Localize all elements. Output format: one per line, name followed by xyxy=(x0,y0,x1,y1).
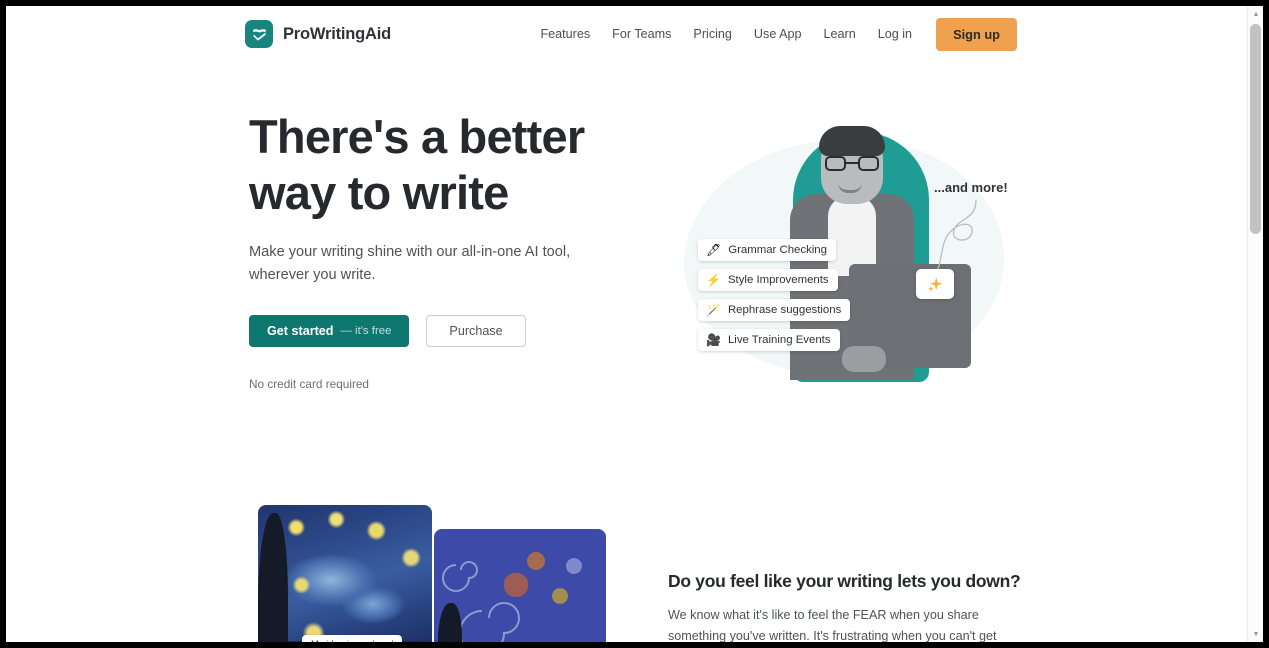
book-check-icon xyxy=(245,20,273,48)
feature-chip-label: Grammar Checking xyxy=(728,244,827,256)
browser-frame: ProWritingAid Features For Teams Pricing… xyxy=(0,0,1269,648)
scrollbar-thumb[interactable] xyxy=(1250,24,1261,234)
feature-chip-label: Rephrase suggestions xyxy=(727,304,842,316)
painting-caption: My idea in my head xyxy=(302,635,403,642)
feature-chip-label: Live Training Events xyxy=(727,334,831,346)
page-content: ProWritingAid Features For Teams Pricing… xyxy=(6,6,1247,642)
nav-item-learn[interactable]: Learn xyxy=(813,19,867,49)
site-header: ProWritingAid Features For Teams Pricing… xyxy=(6,6,1247,62)
feature-chip-rephrase-suggestions: 🪄 Rephrase suggestions xyxy=(698,299,851,321)
scroll-down-arrow-icon[interactable]: ▼ xyxy=(1248,626,1263,642)
header-inner: ProWritingAid Features For Teams Pricing… xyxy=(245,6,1017,62)
section-two-illustration: My idea in my head xyxy=(258,505,606,642)
glasses-bridge xyxy=(846,162,858,164)
brand-name: ProWritingAid xyxy=(283,24,392,43)
scroll-up-arrow-icon[interactable]: ▲ xyxy=(1248,6,1263,22)
purchase-button[interactable]: Purchase xyxy=(426,315,526,347)
nav-item-log-in[interactable]: Log in xyxy=(867,19,923,49)
feature-chip-style-improvements: ⚡ Style Improvements xyxy=(698,269,838,291)
painting-cypress-tree xyxy=(258,513,288,642)
movie-camera-icon: 🎥 xyxy=(706,333,721,347)
hero-illustration: 🖋 Grammar Checking ⚡ Style Improvements … xyxy=(666,114,1016,404)
lightning-bolt-icon: ⚡ xyxy=(706,273,721,287)
sign-up-button[interactable]: Sign up xyxy=(936,17,1017,51)
get-started-button[interactable]: Get started — it's free xyxy=(249,315,410,347)
section-two-title: Do you feel like your writing lets you d… xyxy=(668,571,1021,591)
nav-item-features[interactable]: Features xyxy=(529,19,601,49)
nav-item-pricing[interactable]: Pricing xyxy=(682,19,743,49)
flat-blue-panel xyxy=(434,529,606,642)
magic-wand-icon: 🪄 xyxy=(706,303,721,317)
person-hair xyxy=(819,126,885,156)
browser-viewport: ProWritingAid Features For Teams Pricing… xyxy=(6,6,1263,642)
nav-item-for-teams[interactable]: For Teams xyxy=(601,19,682,49)
person-hand xyxy=(842,346,886,372)
starry-night-painting: My idea in my head xyxy=(258,505,432,642)
glasses-left-lens xyxy=(825,156,846,171)
get-started-note: — it's free xyxy=(340,325,392,337)
hero-subtitle: Make your writing shine with our all-in-… xyxy=(249,244,571,283)
hero-copy: There's a better way to write Make your … xyxy=(249,109,619,391)
feature-chip-live-training-events: 🎥 Live Training Events xyxy=(698,329,840,351)
get-started-label: Get started xyxy=(267,324,334,338)
feature-chip-label: Style Improvements xyxy=(727,274,829,286)
hero-cta-group: Get started — it's free Purchase xyxy=(249,315,619,347)
brand-logo-link[interactable]: ProWritingAid xyxy=(245,20,391,48)
vertical-scrollbar[interactable]: ▲ ▼ xyxy=(1247,6,1263,642)
main-navigation: Features For Teams Pricing Use App Learn… xyxy=(529,17,1017,51)
feather-pen-icon: 🖋 xyxy=(706,243,722,257)
and-more-label: ...and more! xyxy=(934,180,1008,195)
glasses-right-lens xyxy=(858,156,879,171)
section-two-copy: Do you feel like your writing lets you d… xyxy=(668,571,1021,642)
feature-chip-grammar-checking: 🖋 Grammar Checking xyxy=(698,239,836,261)
glasses-icon xyxy=(825,156,879,171)
curly-arrow-icon xyxy=(935,199,977,273)
nav-item-use-app[interactable]: Use App xyxy=(743,19,813,49)
page-title: There's a better way to write xyxy=(249,110,585,219)
sparkles-icon xyxy=(916,269,954,299)
no-credit-card-note: No credit card required xyxy=(249,377,369,391)
section-two-body: We know what it's like to feel the FEAR … xyxy=(668,608,997,642)
